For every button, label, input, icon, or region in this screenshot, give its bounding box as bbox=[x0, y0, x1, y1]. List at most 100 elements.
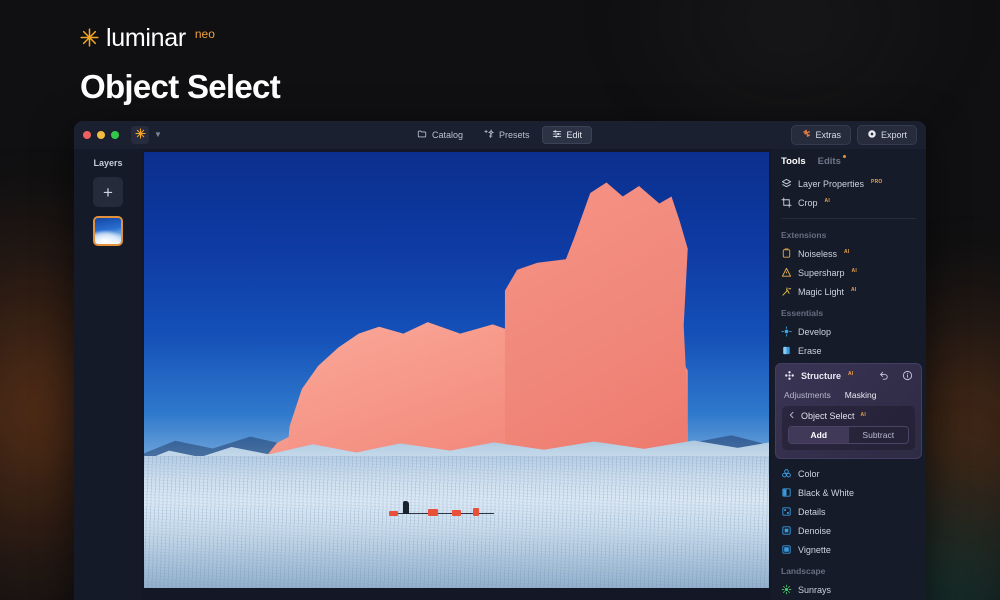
mode-subtract-button[interactable]: Subtract bbox=[849, 427, 909, 443]
structure-tab-masking[interactable]: Masking bbox=[845, 390, 877, 400]
layer-thumbnail-cloud bbox=[95, 230, 121, 244]
sliders-icon bbox=[552, 129, 562, 141]
tool-erase-label: Erase bbox=[798, 345, 822, 356]
tab-edits-label: Edits bbox=[817, 156, 841, 167]
brand-wordmark: luminar bbox=[106, 24, 186, 52]
ai-badge: AI bbox=[844, 249, 850, 255]
tab-edit[interactable]: Edit bbox=[541, 126, 593, 144]
object-select-section: Object Select AI Add Subtract bbox=[782, 406, 915, 450]
structure-tab-adjustments[interactable]: Adjustments bbox=[784, 390, 831, 400]
tools-divider bbox=[781, 218, 916, 219]
tool-vignette-label: Vignette bbox=[798, 544, 831, 555]
maximize-window-button[interactable] bbox=[111, 131, 119, 139]
tool-noiseless-label: Noiseless bbox=[798, 248, 838, 259]
ai-badge: AI bbox=[851, 268, 857, 274]
export-label: Export bbox=[880, 130, 907, 140]
structure-tabs: Adjustments Masking bbox=[776, 387, 921, 406]
tool-layer-properties-label: Layer Properties bbox=[798, 178, 865, 189]
noiseless-icon bbox=[781, 248, 792, 259]
layer-thumbnail-sky[interactable] bbox=[93, 216, 123, 246]
ai-badge: AI bbox=[851, 287, 857, 293]
minimize-window-button[interactable] bbox=[97, 131, 105, 139]
mode-add-button[interactable]: Add bbox=[789, 427, 849, 443]
layers-title: Layers bbox=[93, 158, 123, 168]
color-wheel-icon bbox=[781, 468, 792, 479]
app-window: ▼ Catalog Presets Edit Extras Export Lay… bbox=[74, 121, 926, 600]
tool-denoise-label: Denoise bbox=[798, 525, 832, 536]
group-label-landscape: Landscape bbox=[781, 566, 826, 576]
tool-black-white-label: Black & White bbox=[798, 487, 855, 498]
object-select-label: Object Select bbox=[801, 411, 855, 421]
layers-panel: Layers + bbox=[74, 149, 142, 600]
black-white-icon bbox=[781, 487, 792, 498]
tool-denoise[interactable]: Denoise bbox=[771, 521, 926, 540]
page-title: Object Select bbox=[80, 68, 281, 105]
photo-canvas[interactable] bbox=[144, 152, 769, 588]
tab-catalog[interactable]: Catalog bbox=[408, 126, 472, 144]
chevron-down-icon[interactable]: ▼ bbox=[154, 131, 162, 139]
object-select-header: Object Select AI bbox=[788, 411, 909, 421]
starburst-icon bbox=[80, 28, 99, 52]
extras-button[interactable]: Extras bbox=[791, 125, 851, 145]
app-menu-button[interactable] bbox=[131, 126, 149, 144]
puzzle-icon bbox=[801, 129, 811, 141]
tools-panel-tabs: Tools Edits bbox=[771, 155, 926, 167]
tool-details-label: Details bbox=[798, 506, 826, 517]
develop-icon bbox=[781, 326, 792, 337]
magic-light-icon bbox=[781, 286, 792, 297]
traffic-lights bbox=[83, 131, 119, 139]
brand-superscript: neo bbox=[194, 27, 215, 41]
tab-presets[interactable]: Presets bbox=[475, 126, 539, 144]
object-select-mode-toggle: Add Subtract bbox=[788, 426, 909, 444]
export-circle-icon bbox=[867, 129, 877, 141]
tool-details[interactable]: Details bbox=[771, 502, 926, 521]
tab-catalog-label: Catalog bbox=[431, 130, 463, 140]
sled-body bbox=[389, 511, 398, 516]
window-titlebar: ▼ Catalog Presets Edit Extras Export bbox=[74, 121, 926, 149]
info-circle-icon[interactable] bbox=[902, 370, 913, 381]
edits-badge-dot bbox=[842, 155, 846, 158]
add-layer-button[interactable]: + bbox=[93, 177, 123, 207]
folder-icon bbox=[417, 129, 427, 141]
tool-noiseless[interactable]: Noiseless AI bbox=[771, 244, 926, 263]
tool-layer-properties[interactable]: Layer Properties PRO bbox=[771, 174, 926, 193]
export-button[interactable]: Export bbox=[856, 125, 917, 145]
page-root: luminar neo Object Select ▼ Catalog Pres… bbox=[0, 0, 1000, 600]
tool-vignette[interactable]: Vignette bbox=[771, 540, 926, 559]
window-right-buttons: Extras Export bbox=[791, 125, 917, 145]
tab-tools[interactable]: Tools bbox=[781, 156, 806, 167]
tool-crop-label: Crop bbox=[798, 197, 818, 208]
chevron-left-icon[interactable] bbox=[788, 411, 796, 421]
canvas-area bbox=[142, 149, 771, 600]
starburst-icon bbox=[134, 126, 146, 144]
tool-supersharp[interactable]: Supersharp AI bbox=[771, 263, 926, 282]
close-window-button[interactable] bbox=[83, 131, 91, 139]
tool-crop[interactable]: Crop AI bbox=[771, 193, 926, 212]
tool-magic-light[interactable]: Magic Light AI bbox=[771, 282, 926, 301]
structure-header[interactable]: Structure AI bbox=[776, 364, 921, 387]
tool-supersharp-label: Supersharp bbox=[798, 267, 845, 278]
tab-edits[interactable]: Edits bbox=[817, 155, 846, 167]
tool-black-white[interactable]: Black & White bbox=[771, 483, 926, 502]
tab-edit-label: Edit bbox=[566, 130, 583, 140]
tool-sunrays[interactable]: Sunrays bbox=[771, 580, 926, 599]
sparkle-icon bbox=[484, 129, 495, 141]
canvas-icefield bbox=[144, 456, 769, 588]
vignette-icon bbox=[781, 544, 792, 555]
structure-tool-card: Structure AI Adjustments Masking Object … bbox=[775, 363, 922, 459]
tool-color[interactable]: Color bbox=[771, 464, 926, 483]
brand-logo: luminar neo bbox=[80, 26, 215, 52]
group-label-essentials: Essentials bbox=[781, 308, 824, 318]
tool-develop[interactable]: Develop bbox=[771, 322, 926, 341]
undo-arrow-icon[interactable] bbox=[879, 370, 890, 381]
ai-badge: AI bbox=[860, 412, 866, 418]
group-label-extensions: Extensions bbox=[781, 230, 827, 240]
tool-magic-light-label: Magic Light bbox=[798, 286, 845, 297]
tool-erase[interactable]: Erase bbox=[771, 341, 926, 360]
tool-color-label: Color bbox=[798, 468, 820, 479]
tab-presets-label: Presets bbox=[499, 130, 530, 140]
details-icon bbox=[781, 506, 792, 517]
sunrays-icon bbox=[781, 584, 792, 595]
app-body: Layers + Tools Edits Layer Properties PR… bbox=[74, 149, 926, 600]
ai-badge: AI bbox=[824, 198, 830, 204]
